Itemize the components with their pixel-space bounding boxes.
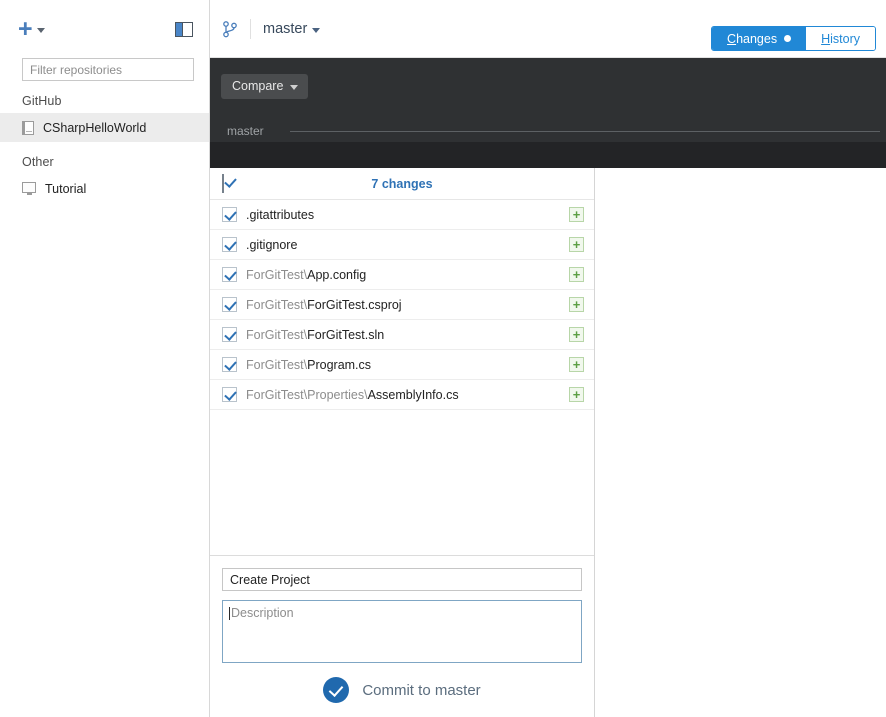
graph-footer-band (210, 142, 886, 168)
sidebar-item-csharphelloworld[interactable]: CSharpHelloWorld (0, 113, 209, 142)
compare-button[interactable]: Compare (221, 74, 309, 99)
file-path-label: ForGitTest\Properties\AssemblyInfo.cs (246, 387, 459, 402)
commit-to-master-button[interactable]: Commit to master (222, 677, 582, 703)
text-caret (229, 607, 230, 620)
file-checkbox[interactable] (222, 267, 237, 282)
compare-button-label: Compare (232, 79, 284, 93)
changes-indicator-dot (784, 35, 792, 42)
main-content: master Changes History Compare master 7 … (210, 0, 886, 717)
add-repository-button[interactable]: + (18, 15, 45, 43)
commit-description-placeholder: Description (231, 606, 294, 620)
plus-icon: + (18, 15, 33, 43)
branch-dropdown[interactable]: master (263, 20, 321, 37)
file-path-label: .gitattributes (246, 207, 315, 222)
table-row[interactable]: ForGitTest\App.config + (210, 260, 594, 290)
tab-history[interactable]: History (806, 27, 875, 50)
check-circle-icon (323, 677, 350, 703)
select-all-checkbox[interactable] (222, 173, 224, 193)
file-checkbox[interactable] (222, 297, 237, 312)
monitor-icon (22, 182, 36, 195)
branch-graph-area: Compare master (210, 58, 886, 168)
status-added-icon: + (569, 207, 584, 222)
branch-toolbar: master Changes History (210, 0, 886, 58)
sidebar-toggle-icon[interactable] (175, 21, 193, 37)
sidebar-item-tutorial[interactable]: Tutorial (0, 174, 209, 203)
current-branch-label: master (263, 20, 308, 37)
changes-count-label: 7 changes (371, 176, 433, 191)
github-desktop-window: + GitHub CSharpHelloWorld Other Tutorial (0, 0, 886, 717)
filter-repositories-wrap (0, 58, 209, 81)
graph-branch-label: master (227, 124, 264, 138)
file-checkbox[interactable] (222, 237, 237, 252)
status-added-icon: + (569, 267, 584, 282)
diff-pane (596, 168, 886, 717)
status-added-icon: + (569, 327, 584, 342)
tab-changes[interactable]: Changes (712, 27, 807, 50)
tab-history-label: History (821, 31, 860, 46)
filter-repositories-input[interactable] (22, 58, 194, 81)
changes-header: 7 changes (210, 168, 594, 200)
tab-changes-label: Changes (727, 31, 778, 46)
repository-sidebar: + GitHub CSharpHelloWorld Other Tutorial (0, 0, 210, 717)
status-added-icon: + (569, 297, 584, 312)
status-added-icon: + (569, 387, 584, 402)
sidebar-item-label: Tutorial (45, 181, 87, 196)
commit-button-label: Commit to master (362, 681, 481, 699)
toolbar-divider (250, 18, 251, 39)
file-checkbox[interactable] (222, 387, 237, 402)
graph-line (290, 130, 880, 132)
sidebar-item-label: CSharpHelloWorld (43, 120, 147, 135)
changes-panel: 7 changes .gitattributes + .gitignore + … (210, 168, 595, 717)
table-row[interactable]: .gitignore + (210, 230, 594, 260)
commit-summary-input[interactable] (222, 568, 582, 591)
changes-history-tabs: Changes History (711, 26, 876, 51)
status-added-icon: + (569, 237, 584, 252)
file-path-label: ForGitTest\App.config (246, 267, 367, 282)
sidebar-group-github-label: GitHub (22, 94, 62, 108)
sidebar-toolbar: + (0, 0, 209, 58)
git-branch-icon (222, 20, 238, 38)
file-path-label: ForGitTest\ForGitTest.csproj (246, 297, 402, 312)
graph-branch-row: master (210, 118, 886, 144)
commit-form: Description Commit to master (210, 555, 594, 717)
changed-files-list: .gitattributes + .gitignore + ForGitTest… (210, 200, 594, 555)
chevron-down-icon (290, 85, 299, 90)
sidebar-toggle-fill (176, 22, 183, 36)
file-checkbox[interactable] (222, 357, 237, 372)
chevron-down-icon (36, 28, 45, 33)
file-checkbox[interactable] (222, 207, 237, 222)
status-added-icon: + (569, 357, 584, 372)
select-all-wrap (210, 173, 224, 193)
commit-description-input[interactable]: Description (222, 600, 582, 663)
file-path-label: .gitignore (246, 237, 298, 252)
table-row[interactable]: ForGitTest\Program.cs + (210, 350, 594, 380)
file-checkbox[interactable] (222, 327, 237, 342)
table-row[interactable]: .gitattributes + (210, 200, 594, 230)
file-path-label: ForGitTest\Program.cs (246, 357, 372, 372)
sidebar-group-other-label: Other (22, 155, 54, 169)
file-path-label: ForGitTest\ForGitTest.sln (246, 327, 385, 342)
table-row[interactable]: ForGitTest\Properties\AssemblyInfo.cs + (210, 380, 594, 410)
table-row[interactable]: ForGitTest\ForGitTest.csproj + (210, 290, 594, 320)
repo-icon (22, 120, 34, 135)
table-row[interactable]: ForGitTest\ForGitTest.sln + (210, 320, 594, 350)
chevron-down-icon (312, 28, 321, 33)
